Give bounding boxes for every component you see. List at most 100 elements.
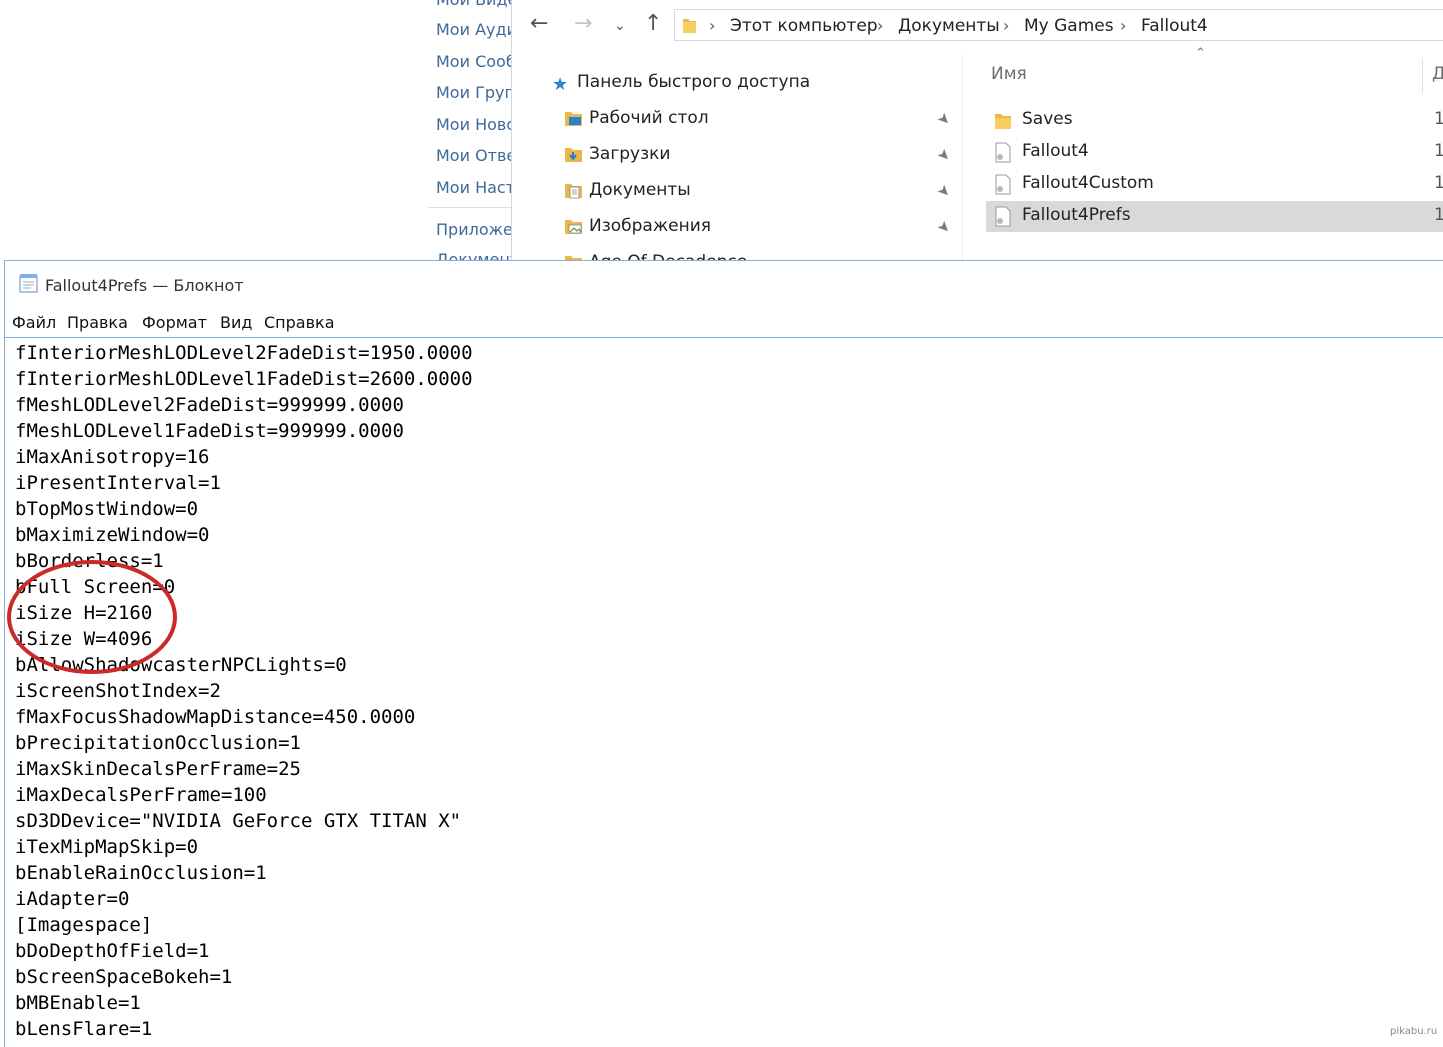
- text-line: fMaxFocusShadowMapDistance=450.0000: [15, 706, 416, 728]
- recent-dropdown-icon[interactable]: ⌄: [614, 12, 626, 40]
- folder-icon: [683, 19, 696, 33]
- documents-folder-icon: [565, 184, 582, 199]
- text-editor-area[interactable]: fInteriorMeshLODLevel2FadeDist=1950.0000…: [5, 337, 1443, 1047]
- text-line: bDoDepthOfField=1: [15, 940, 210, 962]
- menu-view[interactable]: Вид: [220, 313, 252, 332]
- text-line: fMeshLODLevel1FadeDist=999999.0000: [15, 420, 404, 442]
- file-row-saves[interactable]: Saves 1: [986, 105, 1443, 136]
- text-line: fInteriorMeshLODLevel2FadeDist=1950.0000: [15, 342, 473, 364]
- nav-item-label: Документы: [589, 180, 691, 200]
- web-menu-item[interactable]: Мои Ново: [436, 115, 512, 134]
- pin-icon[interactable]: ➤: [933, 144, 955, 166]
- ini-file-icon: [995, 206, 1011, 227]
- text-line: bMBEnable=1: [15, 992, 141, 1014]
- chevron-right-icon: ›: [709, 16, 716, 35]
- text-line: iMaxSkinDecalsPerFrame=25: [15, 758, 301, 780]
- web-side-menu: Мои Виде Мои Ауди Мои Сооб Мои Груп Мои …: [0, 0, 512, 262]
- text-line: bMaximizeWindow=0: [15, 524, 210, 546]
- text-line: sD3DDevice="NVIDIA GeForce GTX TITAN X": [15, 810, 462, 832]
- web-menu-item[interactable]: Приложен: [436, 220, 512, 239]
- text-line: iMaxDecalsPerFrame=100: [15, 784, 267, 806]
- file-date: 1: [1434, 141, 1443, 161]
- file-date: 1: [1434, 205, 1443, 225]
- nav-item-label: Рабочий стол: [589, 108, 709, 128]
- chevron-right-icon: ›: [877, 16, 884, 35]
- breadcrumb-item[interactable]: My Games: [1024, 16, 1114, 36]
- file-name: Fallout4: [1022, 141, 1089, 161]
- text-line: iSize H=2160: [15, 602, 153, 624]
- text-line: iPresentInterval=1: [15, 472, 221, 494]
- ini-file-icon: [995, 142, 1011, 163]
- star-icon: ★: [552, 74, 569, 95]
- web-menu-item[interactable]: Мои Виде: [436, 0, 512, 9]
- column-header-date[interactable]: Д: [1432, 64, 1443, 84]
- breadcrumb-item[interactable]: Fallout4: [1141, 16, 1208, 36]
- pane-splitter[interactable]: [962, 55, 963, 262]
- file-name: Saves: [1022, 109, 1073, 129]
- file-name: Fallout4Custom: [1022, 173, 1154, 193]
- forward-arrow-icon[interactable]: →: [574, 10, 592, 38]
- watermark: pikabu.ru: [1390, 1026, 1438, 1037]
- text-line: bEnableRainOcclusion=1: [15, 862, 267, 884]
- chevron-right-icon: ›: [1003, 16, 1010, 35]
- menu-format[interactable]: Формат: [142, 313, 207, 332]
- text-line: bBorderless=1: [15, 550, 164, 572]
- file-row-fallout4[interactable]: Fallout4 1: [986, 137, 1443, 168]
- text-line: iMaxAnisotropy=16: [15, 446, 210, 468]
- notepad-title: Fallout4Prefs — Блокнот: [45, 276, 244, 295]
- text-line: fInteriorMeshLODLevel1FadeDist=2600.0000: [15, 368, 473, 390]
- notepad-icon: [19, 274, 38, 293]
- sort-ascending-icon: ⌃: [1195, 46, 1206, 61]
- text-line: iAdapter=0: [15, 888, 130, 910]
- text-line: bScreenSpaceBokeh=1: [15, 966, 233, 988]
- web-menu-item[interactable]: Мои Сооб: [436, 52, 512, 71]
- downloads-folder-icon: [565, 148, 582, 162]
- menu-help[interactable]: Справка: [264, 313, 335, 332]
- text-line: bFull Screen=0: [15, 576, 176, 598]
- text-line: [Display]: [15, 1042, 118, 1047]
- menu-edit[interactable]: Правка: [67, 313, 128, 332]
- pictures-folder-icon: [565, 220, 582, 234]
- notepad-titlebar[interactable]: Fallout4Prefs — Блокнот: [5, 261, 1443, 307]
- column-header-name[interactable]: Имя: [991, 64, 1027, 84]
- notepad-menubar: Файл Правка Формат Вид Справка: [5, 309, 1443, 335]
- text-line: iTexMipMapSkip=0: [15, 836, 199, 858]
- menu-file[interactable]: Файл: [12, 313, 56, 332]
- back-arrow-icon[interactable]: ←: [530, 10, 548, 38]
- text-line: bPrecipitationOcclusion=1: [15, 732, 301, 754]
- quick-access-label[interactable]: Панель быстрого доступа: [577, 72, 810, 92]
- pin-icon[interactable]: ➤: [933, 180, 955, 202]
- web-menu-item[interactable]: Мои Отве: [436, 146, 512, 165]
- breadcrumb-item[interactable]: Этот компьютер: [730, 16, 878, 36]
- folder-icon: [995, 114, 1011, 129]
- text-line: fMeshLODLevel2FadeDist=999999.0000: [15, 394, 404, 416]
- desktop-folder-icon: [565, 112, 582, 126]
- web-menu-divider: [428, 207, 512, 208]
- nav-item-label: Изображения: [589, 216, 712, 236]
- file-explorer-window: ← → ⌄ ↑ › Этот компьютер › Документы › M…: [511, 0, 1443, 262]
- web-menu-item[interactable]: Мои Наст: [436, 178, 512, 197]
- column-divider[interactable]: [1422, 58, 1423, 94]
- web-menu-item[interactable]: Мои Ауди: [436, 20, 512, 39]
- file-name: Fallout4Prefs: [1022, 205, 1131, 225]
- file-row-fallout4custom[interactable]: Fallout4Custom 1: [986, 169, 1443, 200]
- up-arrow-icon[interactable]: ↑: [644, 10, 662, 38]
- notepad-window: Fallout4Prefs — Блокнот Файл Правка Форм…: [4, 260, 1443, 1047]
- nav-item-label: Загрузки: [589, 144, 671, 164]
- text-line: iScreenShotIndex=2: [15, 680, 221, 702]
- text-line: [Imagespace]: [15, 914, 153, 936]
- ini-file-icon: [995, 174, 1011, 195]
- text-line: bTopMostWindow=0: [15, 498, 199, 520]
- breadcrumb-item[interactable]: Документы: [898, 16, 1000, 36]
- chevron-right-icon: ›: [1120, 16, 1127, 35]
- text-line: iSize W=4096: [15, 628, 153, 650]
- file-row-fallout4prefs[interactable]: Fallout4Prefs 1: [986, 201, 1443, 232]
- pin-icon[interactable]: ➤: [933, 216, 955, 238]
- text-line: bAllowShadowcasterNPCLights=0: [15, 654, 347, 676]
- web-menu-item[interactable]: Мои Груп: [436, 83, 512, 102]
- file-date: 1: [1434, 173, 1443, 193]
- text-line: bLensFlare=1: [15, 1018, 153, 1040]
- address-bar[interactable]: › Этот компьютер › Документы › My Games …: [674, 9, 1443, 41]
- file-date: 1: [1434, 109, 1443, 129]
- pin-icon[interactable]: ➤: [933, 108, 955, 130]
